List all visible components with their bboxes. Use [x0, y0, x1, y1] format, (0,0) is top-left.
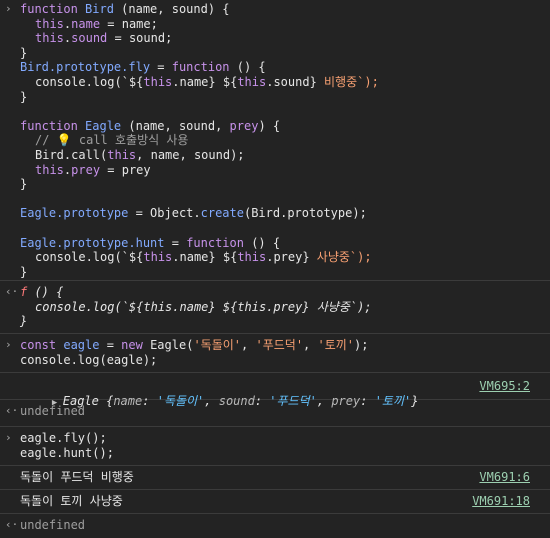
- console-result-entry: ‹· undefined: [5, 518, 86, 532]
- console-input-entry: › eagle.fly(); eagle.hunt();: [0, 427, 550, 466]
- source-link[interactable]: VM691:6: [479, 470, 530, 484]
- lightbulb-icon: 💡: [56, 133, 72, 148]
- console-result-entry: ‹· undefined: [0, 400, 550, 427]
- input-chevron-icon: ›: [5, 431, 12, 444]
- input-chevron-icon: ›: [5, 338, 12, 351]
- console-input-entry: › function Bird (name, sound) { this.nam…: [0, 0, 550, 281]
- result-arrow-icon: ‹·: [5, 285, 19, 298]
- console-log-entry[interactable]: ▶ Eagle {name: '독돌이', sound: '푸드덕', prey…: [0, 373, 550, 408]
- console-result-entry: ‹· f () { console.log(`${this.name} ${th…: [0, 281, 550, 334]
- console-log-entry: 독돌이 푸드덕 비행중 VM691:6: [0, 466, 550, 490]
- source-link[interactable]: VM695:2: [479, 379, 530, 393]
- console-log-entry: 독돌이 토끼 사냥중 VM691:18: [0, 490, 550, 514]
- input-chevron-icon: ›: [5, 2, 12, 15]
- source-link[interactable]: VM691:18: [472, 494, 530, 508]
- result-arrow-icon: ‹·: [5, 404, 19, 417]
- console-input-entry: › const eagle = new Eagle('독돌이', '푸드덕', …: [0, 334, 550, 373]
- code-block: function Bird (name, sound) { this.name …: [20, 2, 379, 279]
- result-arrow-icon: ‹·: [5, 518, 19, 531]
